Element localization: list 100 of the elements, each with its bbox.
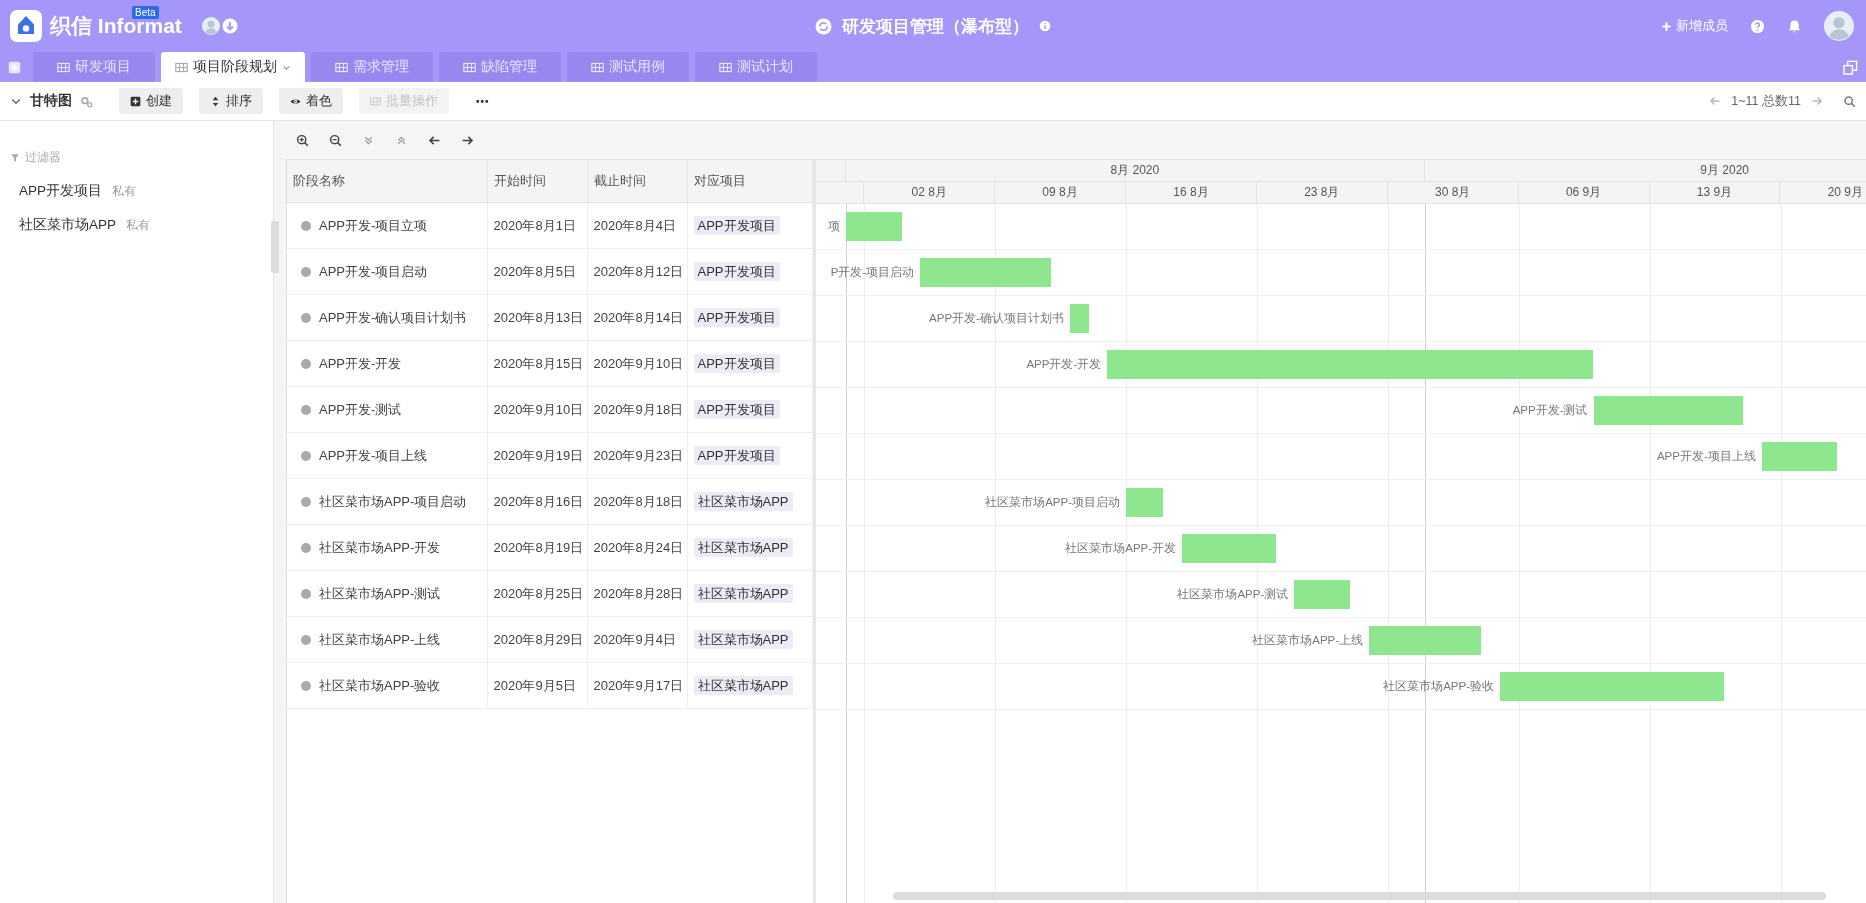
bar-label: APP开发-开发	[1026, 357, 1102, 372]
info-icon[interactable]	[1039, 20, 1051, 32]
scrollbar[interactable]	[892, 892, 1826, 900]
status-dot	[301, 680, 311, 691]
project-tag: APP开发项目	[693, 215, 780, 235]
toolbar-button[interactable]: 创建	[119, 88, 183, 114]
week-header: 20 9月	[1780, 182, 1866, 203]
bar-label: APP开发-测试	[1512, 403, 1588, 418]
download-icon[interactable]	[221, 18, 238, 34]
table-cell: 2020年8月18日	[587, 478, 687, 525]
column-header[interactable]: 开始时间	[487, 160, 587, 203]
project-tag: APP开发项目	[693, 261, 780, 281]
project-tag: 社区菜市场APP	[693, 537, 793, 557]
stage-name: 社区菜市场APP-上线	[319, 630, 441, 649]
table-cell: 2020年8月29日	[487, 616, 587, 663]
more-button[interactable]: •••	[465, 88, 501, 114]
project-tag: APP开发项目	[693, 353, 780, 373]
plus-icon	[1661, 20, 1672, 32]
project-item[interactable]: APP开发项目	[19, 182, 102, 200]
status-dot	[301, 496, 311, 507]
table-cell: 2020年8月5日	[487, 248, 587, 295]
status-dot	[301, 358, 311, 369]
month-header: 9月 2020	[1425, 160, 1866, 181]
tab[interactable]: 项目阶段规划	[161, 52, 305, 82]
week-header: 06 9月	[1518, 182, 1650, 203]
project-tag: 社区菜市场APP	[693, 629, 793, 649]
column-header[interactable]: 对应项目	[687, 160, 812, 203]
bar-label: 项	[827, 219, 840, 234]
table-cell: 2020年8月15日	[487, 340, 587, 387]
bar-label: 社区菜市场APP-上线	[1252, 633, 1364, 648]
project-tag: 社区菜市场APP	[693, 583, 793, 603]
status-dot	[301, 588, 311, 599]
collapse-handle[interactable]	[271, 221, 279, 273]
stage-name: APP开发-确认项目计划书	[319, 308, 467, 327]
stage-name: 社区菜市场APP-测试	[319, 584, 441, 603]
plus-square-icon	[130, 95, 141, 107]
table-icon	[335, 60, 348, 74]
table-cell: 2020年9月18日	[587, 386, 687, 433]
status-dot	[301, 312, 311, 323]
zoom-in-icon[interactable]	[296, 133, 309, 147]
filter-icon	[10, 152, 20, 163]
avatar-icon[interactable]	[1824, 11, 1854, 41]
week-header: 13 9月	[1649, 182, 1781, 203]
column-header[interactable]: 阶段名称	[287, 160, 487, 203]
gantt-bar[interactable]	[1126, 488, 1164, 517]
table-cell: 2020年8月14日	[587, 294, 687, 341]
table-cell: 2020年8月13日	[487, 294, 587, 341]
toolbar-button[interactable]: 着色	[279, 88, 343, 114]
table-cell: 2020年8月24日	[587, 524, 687, 571]
bell-icon[interactable]	[1787, 18, 1802, 34]
bar-label: 社区菜市场APP-验收	[1383, 679, 1494, 694]
gantt-bar[interactable]	[1069, 304, 1089, 333]
status-dot	[301, 450, 311, 461]
table-cell: 2020年8月12日	[587, 248, 687, 295]
week-header: 09 8月	[995, 182, 1126, 203]
column-header[interactable]: 截止时间	[587, 160, 687, 203]
table-cell: 2020年8月28日	[587, 570, 687, 617]
bar-label: APP开发-项目上线	[1656, 449, 1756, 464]
help-icon[interactable]	[1750, 18, 1765, 34]
table-cell: 2020年8月19日	[487, 524, 587, 571]
week-header: 02 8月	[864, 182, 996, 203]
table-cell: 2020年9月10日	[587, 340, 687, 387]
pagination-text: 1~11 总数11	[1731, 92, 1801, 110]
zoom-out-icon[interactable]	[329, 133, 342, 147]
bar-label: P开发-项目启动	[830, 265, 915, 280]
week-header: 23 8月	[1256, 182, 1388, 203]
status-dot	[301, 220, 311, 231]
project-tag: APP开发项目	[693, 399, 780, 419]
table-cell: 2020年8月1日	[487, 202, 587, 249]
table-cell: 2020年9月10日	[487, 386, 587, 433]
table-cell: 2020年9月17日	[587, 662, 687, 709]
avatar-icon[interactable]	[201, 17, 220, 35]
restore-window-icon[interactable]	[1843, 59, 1858, 75]
table-icon	[57, 60, 70, 74]
beta-badge: Beta	[132, 6, 159, 19]
project-item[interactable]: 社区菜市场APP	[19, 216, 116, 234]
project-tag: 社区菜市场APP	[693, 491, 793, 511]
stage-name: 社区菜市场APP-项目启动	[319, 492, 467, 511]
table-icon	[719, 60, 732, 74]
privacy-tag: 私有	[112, 183, 136, 200]
project-tag: APP开发项目	[693, 307, 780, 327]
bar-label: APP开发-确认项目计划书	[929, 311, 1064, 326]
view-name: 甘特图	[30, 92, 72, 110]
search-icon[interactable]	[1843, 94, 1856, 108]
status-dot	[301, 542, 311, 553]
bar-label: 社区菜市场APP-测试	[1177, 587, 1289, 602]
table-icon	[175, 60, 188, 74]
logo-icon[interactable]	[10, 10, 42, 42]
double-chevron-up-icon[interactable]	[395, 133, 408, 147]
settings-icon[interactable]	[80, 94, 93, 108]
month-header: 8月 2020	[845, 160, 1426, 181]
table-icon	[591, 60, 604, 74]
toolbar-button[interactable]: 排序	[199, 88, 263, 114]
stage-name: 社区菜市场APP-验收	[319, 676, 441, 695]
table-cell: 2020年9月5日	[487, 662, 587, 709]
bar-label: 社区菜市场APP-开发	[1065, 541, 1177, 556]
table-icon	[463, 60, 476, 74]
stage-name: APP开发-开发	[319, 354, 402, 373]
add-tab-icon[interactable]	[8, 60, 21, 74]
privacy-tag: 私有	[126, 217, 150, 234]
